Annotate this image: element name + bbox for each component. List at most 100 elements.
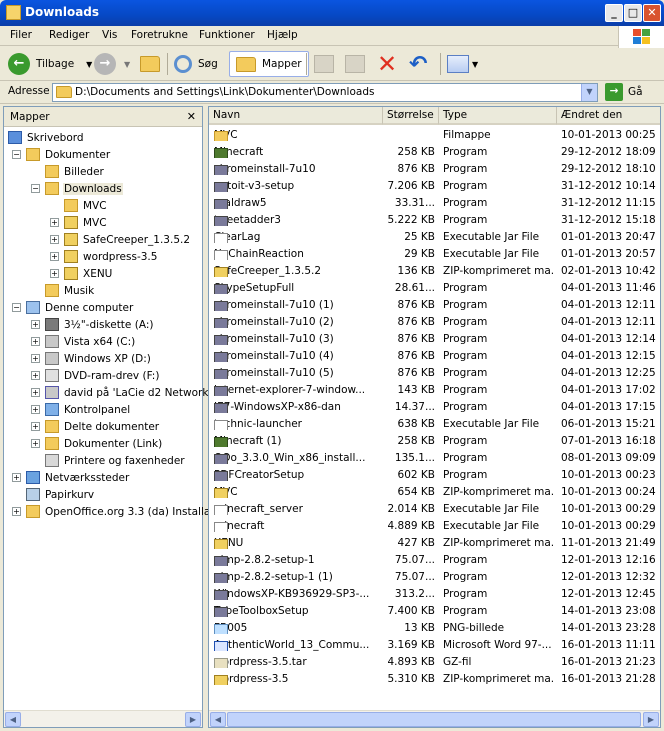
expand-icon[interactable]: + [31,405,40,414]
files-horizontal-scrollbar[interactable]: ◀ ▶ [209,710,660,727]
copy-to-button[interactable] [345,51,365,77]
tree-item[interactable]: + DVD-ram-drev (F:) [31,369,160,385]
tree-item[interactable]: + MVC [50,216,108,232]
file-row[interactable]: chromeinstall-7u10 (2) 876 KB Program 04-01… [209,314,660,331]
close-pane-icon[interactable]: ✕ [187,110,196,123]
expand-icon[interactable]: + [31,354,40,363]
tree-item[interactable]: + Delte dokumenter [31,420,160,436]
scroll-left-icon[interactable]: ◀ [210,712,226,727]
file-row[interactable]: Minecraft (1) 258 KB Program 07-01-2013 16:… [209,433,660,450]
tree-item[interactable]: + Dokumenter (Link) [31,437,163,453]
file-row[interactable]: XENU 427 KB ZIP-komprimeret ma... 11-01-201… [209,535,660,552]
search-button[interactable]: Søg [174,51,218,77]
file-row[interactable]: FB005 13 KB PNG-billede 14-01-2013 23:28 [209,620,660,637]
forward-button[interactable]: → ▼ [94,51,130,77]
tree-item[interactable]: Skrivebord [8,131,85,147]
column-header-name[interactable]: Navn [209,107,383,125]
tree-item[interactable]: − Downloads [31,182,123,198]
expand-icon[interactable]: + [12,473,21,482]
menu-favorites[interactable]: Foretrukne [131,29,188,41]
file-row[interactable]: MVC 654 KB ZIP-komprimeret ma... 10-01-2013… [209,484,660,501]
collapse-icon[interactable]: − [12,150,21,159]
tree-item[interactable]: Musik [31,284,95,300]
file-row[interactable]: wordpress-3.5.tar 4.893 KB GZ-fil 16-01-201… [209,654,660,671]
file-row[interactable]: chromeinstall-7u10 (5) 876 KB Program 04-01… [209,365,660,382]
scroll-thumb[interactable] [227,712,641,727]
file-row[interactable]: minecraft_server 2.014 KB Executable Jar F… [209,501,660,518]
file-row[interactable]: PDFCreatorSetup 602 KB Program 10-01-2013 0… [209,467,660,484]
collapse-icon[interactable]: − [12,303,21,312]
tree-item[interactable]: Billeder [31,165,105,181]
file-row[interactable]: wordpress-3.5 5.310 KB ZIP-komprimeret ma.… [209,671,660,688]
file-row[interactable]: NoChainReaction 29 KB Executable Jar File 0… [209,246,660,263]
tree-item[interactable]: Papirkurv [12,488,95,504]
file-row[interactable]: ClearLag 25 KB Executable Jar File 01-01-20… [209,229,660,246]
move-to-button[interactable] [314,51,334,77]
tree-item[interactable]: − Dokumenter [12,148,111,164]
undo-button[interactable]: ↶ [409,51,427,77]
scroll-left-icon[interactable]: ◀ [5,712,21,727]
tree-item[interactable]: + Vista x64 (C:) [31,335,136,351]
menu-edit[interactable]: Rediger [49,29,89,41]
address-input[interactable]: D:\Documents and Settings\Link\Dokumente… [52,83,598,102]
file-row[interactable]: chromeinstall-7u10 (4) 876 KB Program 04-01… [209,348,660,365]
file-row[interactable]: MVC Filmappe 10-01-2013 00:25 [209,127,660,144]
file-row[interactable]: realdraw5 33.31... Program 31-12-2012 11:15 [209,195,660,212]
tree-item[interactable]: MVC [50,199,108,215]
expand-icon[interactable]: + [31,320,40,329]
column-header-size[interactable]: Størrelse [383,107,439,125]
expand-icon[interactable]: + [50,235,59,244]
tree-item[interactable]: + SafeCreeper_1.3.5.2 [50,233,191,249]
delete-button[interactable]: ✕ [377,50,397,78]
scroll-right-icon[interactable]: ▶ [643,712,659,727]
menu-tools[interactable]: Funktioner [199,29,255,41]
back-dropdown-icon[interactable]: ▼ [86,60,92,69]
file-row[interactable]: Minecraft 258 KB Program 29-12-2012 18:09 [209,144,660,161]
expand-icon[interactable]: + [50,269,59,278]
file-row[interactable]: SkypeSetupFull 28.61... Program 04-01-2013 … [209,280,660,297]
close-button[interactable]: ✕ [643,4,661,22]
file-row[interactable]: OOo_3.3.0_Win_x86_install... 135.1... Prog… [209,450,660,467]
tree-item[interactable]: + Kontrolpanel [31,403,131,419]
expand-icon[interactable]: + [31,371,40,380]
file-row[interactable]: chromeinstall-7u10 (3) 876 KB Program 04-01… [209,331,660,348]
expand-icon[interactable]: + [50,252,59,261]
file-row[interactable]: internet-explorer-7-window... 143 KB Progr… [209,382,660,399]
file-row[interactable]: SafeCreeper_1.3.5.2 136 KB ZIP-komprimeret… [209,263,660,280]
tree-item[interactable]: − Denne computer [12,301,134,317]
tree-item[interactable]: Printere og faxenheder [31,454,186,470]
tree-item[interactable]: + Windows XP (D:) [31,352,152,368]
scroll-right-icon[interactable]: ▶ [185,712,201,727]
minimize-button[interactable]: _ [605,4,623,22]
file-row[interactable]: WindowsXP-KB936929-SP3-... 313.2... Progra… [209,586,660,603]
address-dropdown-icon[interactable]: ▼ [581,84,597,101]
file-row[interactable]: chromeinstall-7u10 (1) 876 KB Program 04-01… [209,297,660,314]
expand-icon[interactable]: + [31,422,40,431]
file-row[interactable]: IE7-WindowsXP-x86-dan 14.37... Program 04-0… [209,399,660,416]
expand-icon[interactable]: + [31,388,40,397]
column-header-modified[interactable]: Ændret den [557,107,660,125]
up-folder-button[interactable] [140,51,160,77]
tree-item[interactable]: + XENU [50,267,113,283]
file-row[interactable]: technic-launcher 638 KB Executable Jar Fil… [209,416,660,433]
column-header-type[interactable]: Type [439,107,557,125]
collapse-icon[interactable]: − [31,184,40,193]
folders-button[interactable]: Mapper [229,51,309,77]
views-button[interactable]: ▼ [447,51,478,77]
file-row[interactable]: tweetadder3 5.222 KB Program 31-12-2012 15:… [209,212,660,229]
file-row[interactable]: chromeinstall-7u10 876 KB Program 29-12-201… [209,161,660,178]
tree-item[interactable]: +3½"-diskette (A:) [31,318,154,334]
file-row[interactable]: AuthenticWorld_13_Commu... 3.169 KB Micros… [209,637,660,654]
file-row[interactable]: gimp-2.8.2-setup-1 (1) 75.07... Program 12-… [209,569,660,586]
tree-item[interactable]: + david på 'LaCie d2 Network ( [31,386,217,402]
file-row[interactable]: autoit-v3-setup 7.206 KB Program 31-12-2012… [209,178,660,195]
forward-dropdown-icon[interactable]: ▼ [124,60,130,69]
menu-view[interactable]: Vis [102,29,117,41]
file-row[interactable]: TubeToolboxSetup 7.400 KB Program 14-01-201… [209,603,660,620]
expand-icon[interactable]: + [31,439,40,448]
file-row[interactable]: gimp-2.8.2-setup-1 75.07... Program 12-01-2… [209,552,660,569]
back-button[interactable]: ← Tilbage ▼ [8,51,92,77]
go-button[interactable]: → Gå [605,83,643,101]
tree-item[interactable]: + OpenOffice.org 3.3 (da) Installa [12,505,211,521]
expand-icon[interactable]: + [12,507,21,516]
